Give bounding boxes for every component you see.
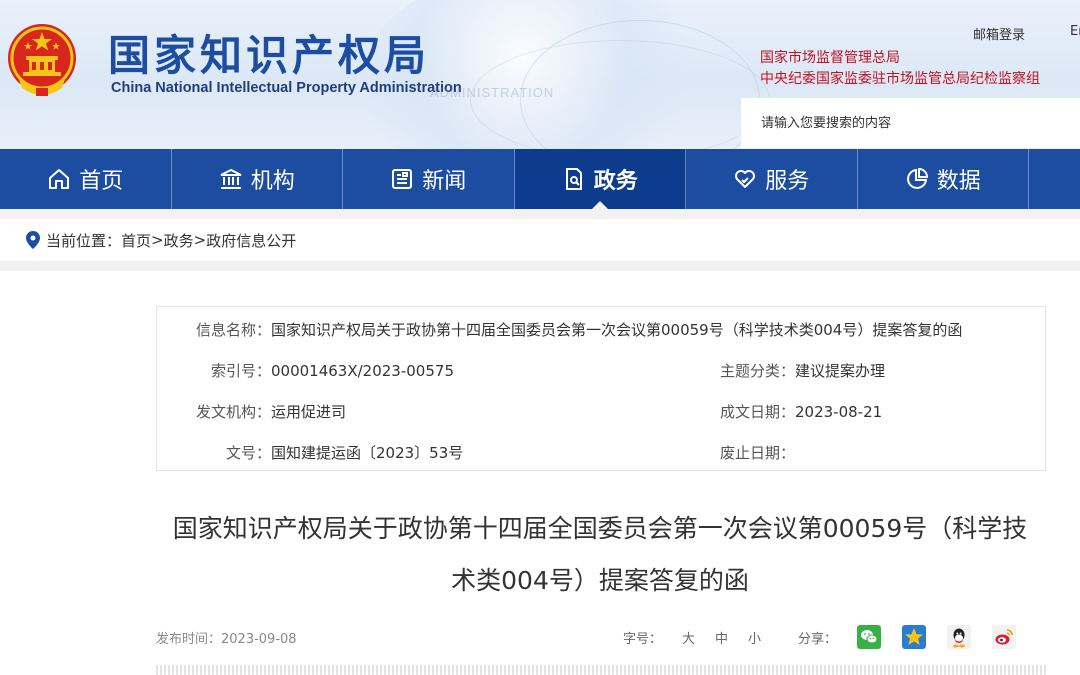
samr-link[interactable]: 国家市场监督管理总局 — [760, 47, 900, 67]
document-info-table: 信息名称：国家知识产权局关于政协第十四届全国委员会第一次会议第00059号（科学… — [156, 306, 1046, 471]
search-input[interactable] — [741, 98, 1080, 148]
nav-item-government-affairs[interactable]: 政务 — [514, 149, 686, 209]
email-login-link[interactable]: 邮箱登录 — [973, 24, 1025, 43]
national-emblem-icon — [8, 24, 76, 96]
site-header: 国家知识产权局 China National Intellectual Prop… — [0, 0, 1080, 149]
news-icon — [392, 169, 413, 189]
info-docno-value: 国知建提运函〔2023〕53号 — [271, 444, 464, 462]
discipline-inspection-link[interactable]: 中央纪委国家监委驻市场监管总局纪检监察组 — [760, 68, 1040, 88]
nav-label: 政务 — [593, 169, 638, 194]
breadcrumb-separator: > — [151, 231, 164, 249]
main-content: 信息名称：国家知识产权局关于政协第十四届全国委员会第一次会议第00059号（科学… — [0, 271, 1080, 675]
publish-label: 发布时间： — [156, 632, 222, 647]
info-index-value: 00001463X/2023-00575 — [271, 362, 454, 380]
info-row-index: 索引号：00001463X/2023-00575 — [157, 360, 454, 381]
font-size-small-button[interactable]: 小 — [748, 628, 761, 647]
info-name-label: 信息名称： — [195, 321, 271, 339]
data-pie-icon — [906, 167, 928, 189]
nav-item-news[interactable]: 新闻 — [343, 149, 515, 209]
article-title: 国家知识产权局关于政协第十四届全国委员会第一次会议第00059号（科学技 术类0… — [150, 503, 1050, 607]
english-version-link[interactable]: En — [1070, 24, 1080, 39]
article-title-line: 术类004号）提案答复的函 — [451, 566, 749, 595]
info-index-label: 索引号： — [210, 362, 271, 380]
nav-label: 服务 — [765, 169, 810, 194]
font-size-medium-button[interactable]: 中 — [715, 628, 728, 647]
weibo-icon[interactable] — [992, 625, 1017, 649]
dotted-divider — [156, 665, 1046, 675]
home-icon — [49, 169, 70, 189]
info-name-value: 国家知识产权局关于政协第十四届全国委员会第一次会议第00059号（科学技术类00… — [271, 321, 963, 339]
info-org-label: 发文机构： — [195, 403, 271, 421]
nav-item-service[interactable]: 服务 — [686, 149, 858, 209]
info-abolish-label: 废止日期： — [719, 444, 795, 462]
breadcrumb-separator: > — [193, 231, 207, 249]
share-bar: 分享： — [798, 625, 1037, 649]
info-row-name: 信息名称：国家知识产权局关于政协第十四届全国委员会第一次会议第00059号（科学… — [157, 319, 962, 340]
info-date-value: 2023-08-21 — [795, 403, 883, 421]
info-row-docno: 文号：国知建提运函〔2023〕53号 — [157, 442, 463, 463]
government-affairs-icon — [565, 168, 582, 190]
info-row-abolish: 废止日期： — [677, 442, 795, 463]
breadcrumb-home[interactable]: 首页 — [121, 230, 151, 251]
institution-icon — [220, 168, 242, 189]
info-topic-value: 建议提案办理 — [795, 362, 886, 380]
qzone-icon[interactable] — [902, 625, 927, 649]
font-size-large-button[interactable]: 大 — [682, 628, 695, 647]
site-title-cn: 国家知识产权局 — [108, 31, 431, 80]
nav-label: 数据 — [936, 169, 981, 194]
qq-icon[interactable] — [947, 625, 972, 649]
nav-label: 新闻 — [422, 169, 467, 194]
info-row-org: 发文机构：运用促进司 — [157, 401, 346, 422]
nav-label: 机构 — [250, 169, 295, 194]
share-label: 分享： — [798, 631, 838, 647]
service-icon — [735, 170, 756, 188]
font-size-label: 字号： — [623, 632, 663, 647]
nav-item-more[interactable] — [1029, 149, 1080, 209]
header-watermark: ADMINISTRATION — [430, 85, 555, 100]
breadcrumb-info-disclosure[interactable]: 政府信息公开 — [206, 230, 296, 251]
info-topic-label: 主题分类： — [719, 362, 795, 380]
breadcrumb-prefix: 当前位置： — [46, 231, 122, 250]
wechat-icon[interactable] — [857, 625, 882, 649]
info-row-topic: 主题分类：建议提案办理 — [677, 360, 885, 381]
breadcrumb-government-affairs[interactable]: 政务 — [164, 230, 194, 251]
nav-item-institution[interactable]: 机构 — [172, 149, 343, 209]
nav-label: 首页 — [79, 169, 124, 194]
breadcrumb: 当前位置： 首页 > 政务 > 政府信息公开 — [0, 219, 1080, 261]
publish-info: 发布时间：2023-09-08 — [156, 628, 297, 647]
nav-item-home[interactable]: 首页 — [0, 149, 172, 209]
info-org-value: 运用促进司 — [271, 403, 347, 421]
article-title-line: 国家知识产权局关于政协第十四届全国委员会第一次会议第00059号（科学技 — [172, 514, 1028, 543]
info-row-date: 成文日期：2023-08-21 — [677, 401, 882, 422]
info-date-label: 成文日期： — [719, 403, 795, 421]
font-size-switcher: 字号： 大 中 小 — [623, 628, 761, 647]
info-docno-label: 文号： — [225, 444, 271, 462]
site-title-en: China National Intellectual Property Adm… — [111, 80, 462, 96]
publish-date: 2023-09-08 — [221, 632, 297, 647]
main-nav: 首页 机构 新闻 政务 服务 数据 — [0, 149, 1080, 209]
nav-item-data[interactable]: 数据 — [858, 149, 1029, 209]
location-pin-icon — [26, 231, 40, 249]
